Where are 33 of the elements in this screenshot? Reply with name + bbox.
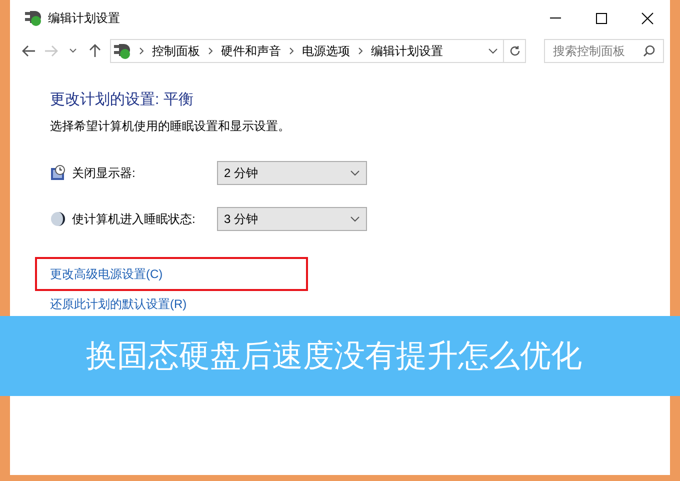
breadcrumb-item[interactable]: 电源选项 <box>302 42 350 60</box>
window-title: 编辑计划设置 <box>48 10 121 26</box>
chevron-icon <box>139 47 144 55</box>
description-text: 选择希望计算机使用的睡眠设置和显示设置。 <box>50 118 291 135</box>
chevron-icon <box>289 47 294 55</box>
monitor-clock-icon <box>50 165 66 181</box>
up-arrow-icon <box>89 44 101 58</box>
setting-label: 关闭显示器: <box>72 164 136 182</box>
power-plug-icon <box>113 42 131 60</box>
close-icon <box>640 12 654 24</box>
moon-icon <box>50 211 66 227</box>
caret-icon <box>350 216 360 222</box>
setting-label: 使计算机进入睡眠状态: <box>72 210 196 228</box>
power-plug-icon <box>24 9 42 27</box>
settings-link[interactable]: 还原此计划的默认设置(R) <box>50 296 187 312</box>
refresh-icon <box>508 45 520 57</box>
refresh-button[interactable] <box>504 39 526 63</box>
breadcrumb-item[interactable]: 编辑计划设置 <box>371 42 443 60</box>
settings-link[interactable]: 更改高级电源设置(C) <box>50 266 163 282</box>
chevron-icon <box>358 47 363 55</box>
time-dropdown[interactable]: 2 分钟 <box>217 161 367 185</box>
search-field[interactable]: 搜索控制面板 <box>544 39 664 63</box>
page-heading: 更改计划的设置: 平衡 <box>50 90 194 109</box>
banner-text: 换固态硬盘后速度没有提升怎么优化 <box>86 337 583 375</box>
time-dropdown[interactable]: 3 分钟 <box>217 207 367 231</box>
address-bar[interactable]: 控制面板 硬件和声音 电源选项 编辑计划设置 <box>110 39 504 63</box>
caret-icon <box>350 170 360 176</box>
search-icon <box>643 45 655 57</box>
breadcrumb-item[interactable]: 控制面板 <box>152 42 200 60</box>
chevron-icon <box>208 47 213 55</box>
caret-icon <box>69 48 77 54</box>
maximize-icon <box>594 12 608 24</box>
breadcrumb-item[interactable]: 硬件和声音 <box>221 42 281 60</box>
